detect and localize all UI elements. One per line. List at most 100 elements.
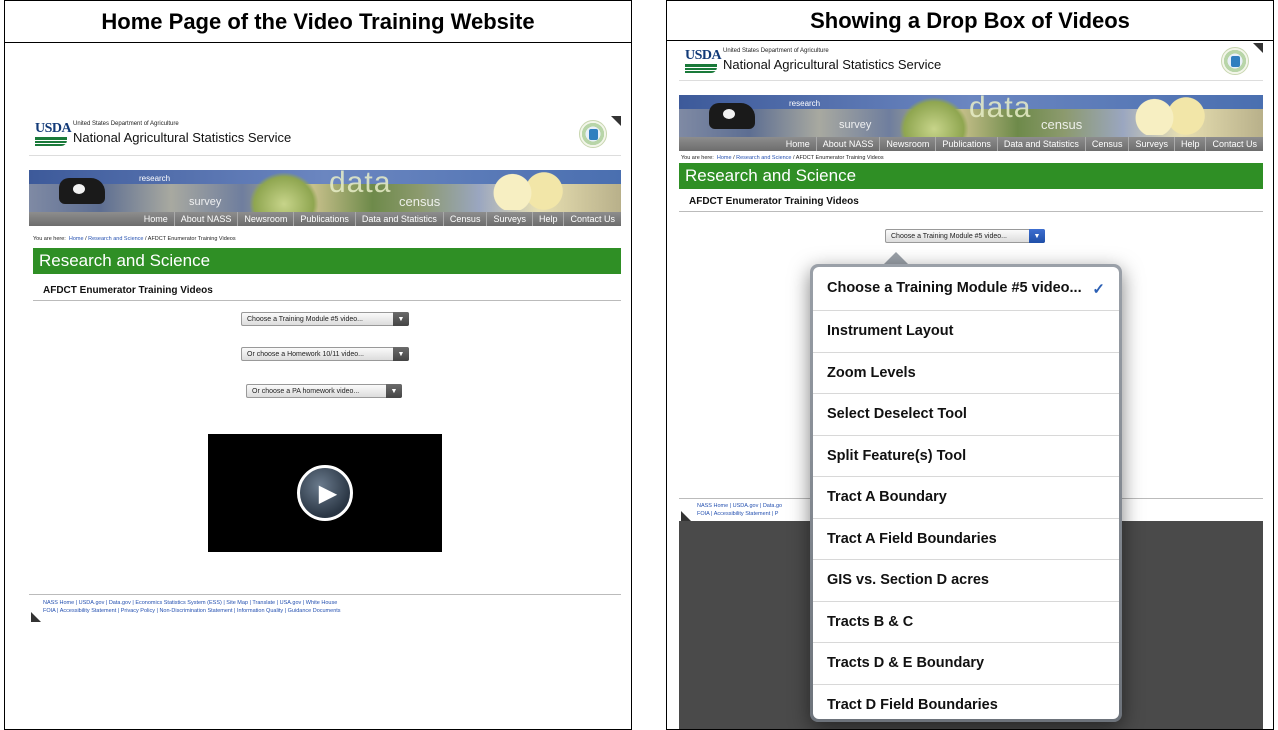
usda-logo[interactable]: USDA xyxy=(685,49,722,75)
pa-homework-dropdown[interactable]: Or choose a PA homework video... ▼ xyxy=(246,384,402,398)
nav-surveys[interactable]: Surveys xyxy=(1128,137,1174,151)
footer-links: NASS Home | USDA.gov | Data.gov | Econom… xyxy=(43,599,623,615)
breadcrumb: You are here: Home / Research and Scienc… xyxy=(681,155,884,161)
video-options-list: Choose a Training Module #5 video... ✓ I… xyxy=(813,267,1119,719)
footer-links: NASS Home | USDA.gov | Data.go FOIA | Ac… xyxy=(697,502,817,518)
nav-home[interactable]: Home xyxy=(138,212,174,226)
breadcrumb-research[interactable]: Research and Science xyxy=(736,155,791,161)
option-label: Tracts B & C xyxy=(827,613,914,630)
banner-word-census: census xyxy=(1041,117,1083,132)
banner-word-data: data xyxy=(969,95,1032,124)
nav-surveys[interactable]: Surveys xyxy=(486,212,532,226)
page-curl-icon xyxy=(611,116,621,126)
nav-help[interactable]: Help xyxy=(1173,137,1206,151)
breadcrumb-current: AFDCT Enumerator Training Videos xyxy=(795,155,884,161)
option-instrument-layout[interactable]: Instrument Layout xyxy=(813,311,1119,353)
nav-newsroom[interactable]: Newsroom xyxy=(879,137,935,151)
nav-home[interactable]: Home xyxy=(780,137,816,151)
nav-help[interactable]: Help xyxy=(531,212,564,226)
wheat-icon xyxy=(249,172,319,212)
right-panel-title: Showing a Drop Box of Videos xyxy=(667,1,1273,41)
page-curl-bottom-icon xyxy=(31,612,41,622)
option-label: Tract D Field Boundaries xyxy=(827,697,998,714)
nav-publications[interactable]: Publications xyxy=(293,212,355,226)
department-name: United States Department of Agriculture xyxy=(723,48,829,54)
footer-line-2[interactable]: FOIA | Accessibility Statement | Privacy… xyxy=(43,607,623,615)
option-tracts-b-c[interactable]: Tracts B & C xyxy=(813,602,1119,643)
nav-census[interactable]: Census xyxy=(442,212,487,226)
option-label: Tracts D & E Boundary xyxy=(827,655,985,672)
nass-seal-icon xyxy=(1221,47,1249,75)
breadcrumb-home[interactable]: Home xyxy=(69,236,84,242)
video-select-popover: Choose a Training Module #5 video... ✓ I… xyxy=(810,264,1122,722)
banner-word-survey: survey xyxy=(189,196,222,208)
option-gis-vs-section-d[interactable]: GIS vs. Section D acres xyxy=(813,560,1119,602)
usda-header: USDA United States Department of Agricul… xyxy=(679,43,1263,81)
video-player[interactable]: ▶ xyxy=(208,434,442,552)
nav-data-and-statistics[interactable]: Data and Statistics xyxy=(996,137,1085,151)
usda-logo[interactable]: USDA xyxy=(35,121,72,148)
option-split-feature-tool[interactable]: Split Feature(s) Tool xyxy=(813,436,1119,477)
page-title: AFDCT Enumerator Training Videos xyxy=(679,189,1263,212)
option-tract-d-field-boundaries[interactable]: Tract D Field Boundaries xyxy=(813,685,1119,720)
training-module-dropdown-value: Choose a Training Module #5 video... xyxy=(891,232,1007,240)
breadcrumb-prefix: You are here: xyxy=(33,236,66,242)
option-tract-a-boundary[interactable]: Tract A Boundary xyxy=(813,477,1119,519)
page-title: AFDCT Enumerator Training Videos xyxy=(33,279,621,301)
option-label: Split Feature(s) Tool xyxy=(827,447,967,464)
option-label: Instrument Layout xyxy=(827,323,954,340)
option-label: Tract A Boundary xyxy=(827,489,947,506)
section-bar: Research and Science xyxy=(679,163,1263,189)
nav-census[interactable]: Census xyxy=(1084,137,1129,151)
right-panel: Showing a Drop Box of Videos USDA United… xyxy=(666,0,1274,730)
nav-contact-us[interactable]: Contact Us xyxy=(1205,137,1263,151)
breadcrumb: You are here: Home / Research and Scienc… xyxy=(33,236,236,242)
section-bar: Research and Science xyxy=(33,248,621,274)
banner-image: research survey data census xyxy=(29,170,621,212)
page-curl-icon xyxy=(1253,43,1263,53)
pa-homework-dropdown-value: Or choose a PA homework video... xyxy=(252,387,360,395)
homework-dropdown-value: Or choose a Homework 10/11 video... xyxy=(247,350,364,358)
banner-word-census: census xyxy=(399,194,441,209)
option-tracts-d-e-boundary[interactable]: Tracts D & E Boundary xyxy=(813,643,1119,685)
department-name: United States Department of Agriculture xyxy=(73,121,179,127)
nav-about-nass[interactable]: About NASS xyxy=(815,137,880,151)
usda-waves-icon xyxy=(685,64,717,73)
footer-line-2[interactable]: FOIA | Accessibility Statement | P xyxy=(697,510,817,518)
chicks-icon xyxy=(1123,97,1213,135)
chevron-down-icon[interactable]: ▼ xyxy=(386,384,402,398)
training-module-dropdown[interactable]: Choose a Training Module #5 video... ▼ xyxy=(885,229,1045,243)
footer-line-1[interactable]: NASS Home | USDA.gov | Data.gov | Econom… xyxy=(43,599,623,607)
training-module-dropdown[interactable]: Choose a Training Module #5 video... ▼ xyxy=(241,312,409,326)
chevron-down-icon[interactable]: ▼ xyxy=(1029,229,1045,243)
usda-waves-icon xyxy=(35,137,67,146)
footer-divider xyxy=(29,594,621,595)
option-choose-module[interactable]: Choose a Training Module #5 video... ✓ xyxy=(813,267,1119,311)
left-panel-title: Home Page of the Video Training Website xyxy=(5,1,631,43)
play-icon[interactable]: ▶ xyxy=(297,465,353,521)
chevron-down-icon[interactable]: ▼ xyxy=(393,312,409,326)
nav-publications[interactable]: Publications xyxy=(935,137,997,151)
cow-icon xyxy=(709,103,755,129)
chevron-down-icon[interactable]: ▼ xyxy=(393,347,409,361)
breadcrumb-home[interactable]: Home xyxy=(717,155,732,161)
nav-contact-us[interactable]: Contact Us xyxy=(563,212,621,226)
usda-header: USDA United States Department of Agricul… xyxy=(29,116,621,156)
chicks-icon xyxy=(481,172,571,210)
option-select-deselect-tool[interactable]: Select Deselect Tool xyxy=(813,394,1119,436)
homework-dropdown[interactable]: Or choose a Homework 10/11 video... ▼ xyxy=(241,347,409,361)
main-nav: Home About NASS Newsroom Publications Da… xyxy=(679,137,1263,151)
banner-word-research: research xyxy=(789,99,821,108)
nav-newsroom[interactable]: Newsroom xyxy=(237,212,293,226)
option-label: Choose a Training Module #5 video... xyxy=(827,280,1082,296)
nav-about-nass[interactable]: About NASS xyxy=(173,212,238,226)
usda-wordmark: USDA xyxy=(35,121,72,136)
nav-data-and-statistics[interactable]: Data and Statistics xyxy=(354,212,443,226)
breadcrumb-research[interactable]: Research and Science xyxy=(88,236,143,242)
main-nav: Home About NASS Newsroom Publications Da… xyxy=(29,212,621,226)
breadcrumb-prefix: You are here: xyxy=(681,155,714,161)
option-tract-a-field-boundaries[interactable]: Tract A Field Boundaries xyxy=(813,519,1119,560)
option-zoom-levels[interactable]: Zoom Levels xyxy=(813,353,1119,394)
footer-line-1[interactable]: NASS Home | USDA.gov | Data.go xyxy=(697,502,817,510)
banner-word-survey: survey xyxy=(839,119,872,131)
